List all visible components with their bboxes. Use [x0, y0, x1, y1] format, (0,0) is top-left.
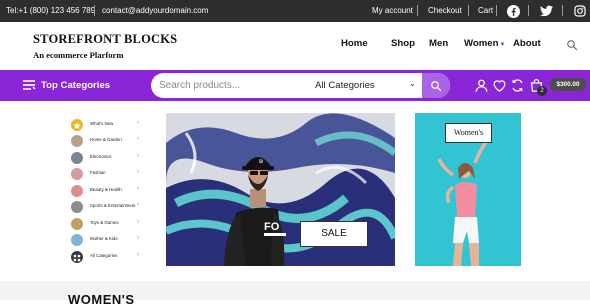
twitter-icon[interactable] — [539, 4, 553, 18]
category-label: Fashion — [90, 170, 106, 175]
category-item[interactable]: Sports & Entertainment › — [68, 199, 154, 215]
category-item[interactable]: All Categories › — [68, 249, 154, 265]
category-label: Toys & Games — [90, 220, 119, 225]
top-bar: Tel:+1 (800) 123 456 789 contact@addyour… — [0, 0, 590, 22]
cart-link[interactable]: Cart — [478, 6, 493, 15]
category-item[interactable]: Fashion › — [68, 166, 154, 182]
shirt-print: FO — [264, 221, 280, 233]
email-link[interactable]: contact@addyourdomain.com — [102, 6, 208, 15]
chevron-right-icon: › — [137, 153, 139, 159]
product-search: All Categories ⌄ — [151, 73, 450, 98]
top-categories-label: Top Categories — [41, 79, 111, 91]
women-banner-label: Women's — [445, 123, 492, 143]
chevron-right-icon: › — [137, 219, 139, 225]
category-item[interactable]: Electronics › — [68, 150, 154, 166]
phone-text: Tel:+1 (800) 123 456 789 — [6, 6, 96, 15]
women-banner[interactable]: Women's — [415, 113, 521, 266]
category-item[interactable]: Toys & Games › — [68, 216, 154, 232]
nav-shop[interactable]: Shop — [391, 38, 415, 49]
nav-about[interactable]: About — [513, 38, 541, 49]
all-categories-icon — [71, 251, 83, 263]
nav-men[interactable]: Men — [429, 38, 448, 49]
sale-button[interactable]: SALE — [300, 221, 368, 247]
category-label: Sports & Entertainment — [90, 203, 136, 208]
category-label: Electronics — [90, 154, 112, 159]
chevron-down-icon: ⌄ — [409, 79, 416, 88]
chevron-right-icon: › — [137, 169, 139, 175]
cart-count-badge: 2 — [537, 86, 547, 96]
category-item[interactable]: Mother & Kids › — [68, 232, 154, 248]
facebook-icon[interactable] — [506, 4, 520, 18]
menu-icon — [23, 80, 36, 90]
category-search-bar: Top Categories All Categories ⌄ 2 $300.0… — [0, 70, 590, 101]
compare-icon[interactable] — [510, 78, 525, 93]
search-input[interactable] — [159, 78, 299, 93]
hero-banner[interactable]: ₪ FO SALE — [166, 113, 395, 266]
cart-total[interactable]: $300.00 — [550, 78, 586, 91]
category-label: Beauty & Health — [90, 187, 122, 192]
nav-home[interactable]: Home — [341, 38, 368, 49]
nav-women[interactable]: Women▼ — [464, 38, 505, 49]
chevron-right-icon: › — [137, 136, 139, 142]
home-garden-icon — [71, 135, 83, 147]
top-categories-toggle[interactable]: Top Categories — [22, 79, 110, 91]
category-select[interactable]: All Categories — [315, 80, 375, 91]
search-icon[interactable] — [566, 38, 578, 51]
instagram-icon[interactable] — [573, 4, 587, 18]
site-logo[interactable]: STOREFRONT BLOCKS — [33, 32, 177, 47]
chevron-right-icon: › — [137, 186, 139, 192]
mother-kids-icon — [71, 234, 83, 246]
checkout-link[interactable]: Checkout — [428, 6, 462, 15]
category-label: What's New — [90, 121, 114, 126]
toys-games-icon — [71, 218, 83, 230]
divider — [94, 5, 95, 16]
fashion-icon — [71, 168, 83, 180]
category-item[interactable]: What's New › — [68, 117, 154, 133]
site-header: STOREFRONT BLOCKS An ecommerce Plarform … — [0, 22, 590, 70]
my-account-link[interactable]: My account — [372, 6, 413, 15]
sports-entertainment-icon — [71, 201, 83, 213]
divider — [528, 5, 529, 16]
search-icon — [431, 80, 442, 91]
category-item[interactable]: Beauty & Health › — [68, 183, 154, 199]
divider — [468, 5, 469, 16]
chevron-right-icon: › — [137, 120, 139, 126]
category-item[interactable]: Home & Garden › — [68, 133, 154, 149]
user-icon[interactable] — [474, 78, 489, 93]
category-label: Mother & Kids — [90, 236, 118, 241]
nav-women-label: Women — [464, 38, 499, 49]
electronics-icon — [71, 152, 83, 164]
divider — [496, 5, 497, 16]
divider — [417, 5, 418, 16]
svg-text:₪: ₪ — [259, 159, 263, 165]
category-label: All Categories — [90, 253, 118, 258]
category-label: Home & Garden — [90, 137, 122, 142]
site-tagline: An ecommerce Plarform — [33, 50, 124, 60]
chevron-down-icon: ▼ — [499, 42, 506, 48]
chevron-right-icon: › — [137, 252, 139, 258]
search-button[interactable] — [422, 73, 450, 98]
divider — [562, 5, 563, 16]
whats-new-icon — [71, 119, 83, 131]
chevron-right-icon: › — [137, 235, 139, 241]
heart-icon[interactable] — [492, 78, 507, 93]
beauty-health-icon — [71, 185, 83, 197]
chevron-right-icon: › — [137, 202, 139, 208]
